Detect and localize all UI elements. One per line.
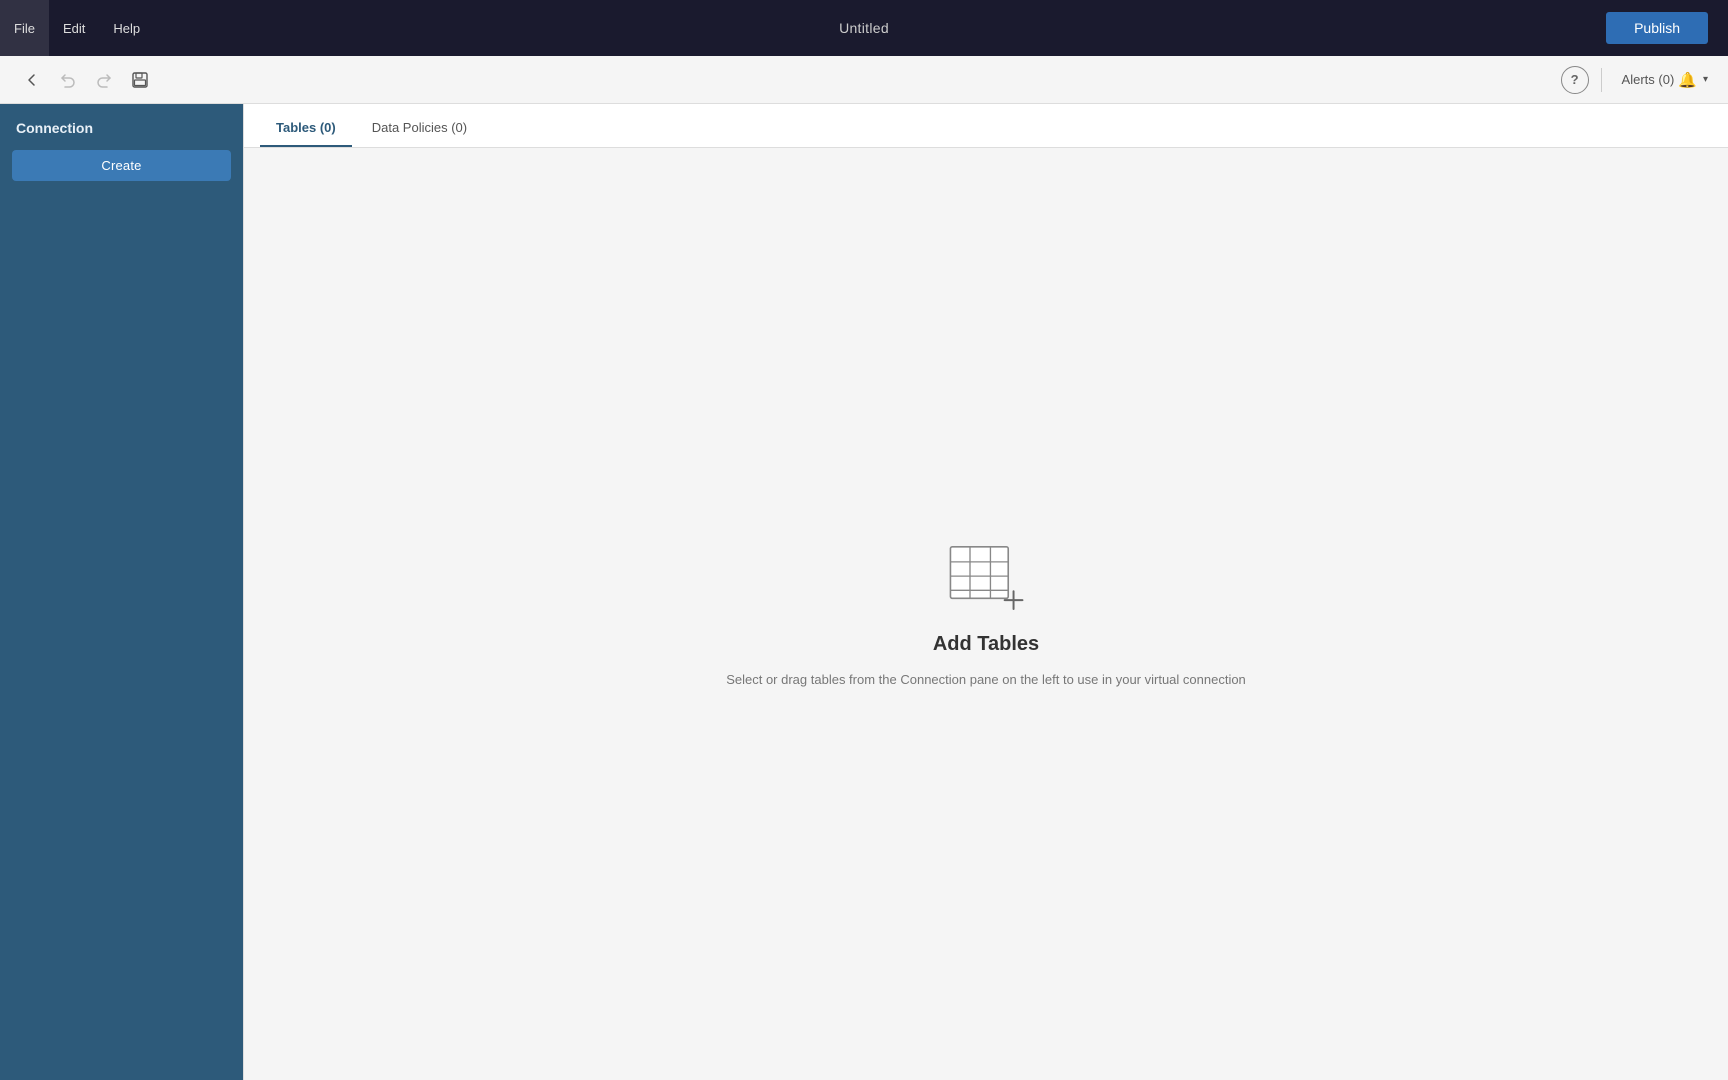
add-table-icon [946,542,1026,617]
save-icon [131,71,149,89]
empty-state-title: Add Tables [933,633,1039,656]
main-layout: Connection Create Tables (0) Data Polici… [0,104,1728,1080]
tabs-bar: Tables (0) Data Policies (0) [244,104,1728,148]
collapse-sidebar-button[interactable] [16,64,48,96]
help-button[interactable]: ? [1561,66,1589,94]
empty-state: Add Tables Select or drag tables from th… [726,542,1246,687]
page-title: Untitled [839,20,889,36]
redo-icon [95,71,113,89]
undo-icon [59,71,77,89]
titlebar: File Edit Help Untitled Publish [0,0,1728,56]
sidebar: Connection Create [0,104,243,1080]
redo-button[interactable] [88,64,120,96]
collapse-icon [24,72,40,88]
canvas: Add Tables Select or drag tables from th… [244,148,1728,1080]
undo-button[interactable] [52,64,84,96]
publish-button[interactable]: Publish [1606,12,1708,44]
save-button[interactable] [124,64,156,96]
tab-tables[interactable]: Tables (0) [260,110,352,147]
chevron-down-icon: ▾ [1703,74,1708,85]
create-button[interactable]: Create [12,150,231,181]
toolbar-right: ? Alerts (0) 🔔 ▾ [1561,66,1716,94]
menu-file[interactable]: File [0,0,49,56]
tab-data-policies[interactable]: Data Policies (0) [356,110,483,147]
toolbar: ? Alerts (0) 🔔 ▾ [0,56,1728,104]
alerts-label: Alerts (0) [1622,72,1675,87]
menu-help[interactable]: Help [99,0,154,56]
content-area: Tables (0) Data Policies (0) [243,104,1728,1080]
menu-bar: File Edit Help [0,0,154,56]
bell-icon: 🔔 [1678,71,1697,89]
sidebar-title: Connection [12,120,231,136]
empty-state-description: Select or drag tables from the Connectio… [726,672,1246,687]
menu-edit[interactable]: Edit [49,0,99,56]
toolbar-divider [1601,68,1602,92]
alerts-button[interactable]: Alerts (0) 🔔 ▾ [1614,67,1716,93]
